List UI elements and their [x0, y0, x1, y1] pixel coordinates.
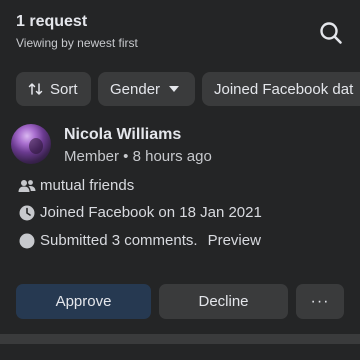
- member-name[interactable]: Nicola Williams: [64, 125, 181, 145]
- comment-bubble-icon: [18, 232, 36, 250]
- mutual-friends-row: mutual friends: [18, 177, 134, 195]
- preview-link[interactable]: Preview: [208, 232, 261, 250]
- decline-button[interactable]: Decline: [159, 284, 288, 319]
- gender-chip[interactable]: Gender: [98, 72, 195, 106]
- gender-chip-label: Gender: [110, 80, 161, 98]
- sort-chip[interactable]: Sort: [16, 72, 91, 106]
- search-button[interactable]: [316, 18, 346, 48]
- comments-row: Submitted 3 comments. Preview: [18, 232, 261, 250]
- joined-facebook-text: Joined Facebook on 18 Jan 2021: [40, 204, 262, 221]
- avatar[interactable]: [11, 124, 51, 164]
- caret-down-icon: [169, 86, 180, 92]
- approve-button[interactable]: Approve: [16, 284, 151, 319]
- sort-order-subtitle: Viewing by newest first: [16, 36, 138, 50]
- member-request-card: Nicola Williams Member • 8 hours ago mut…: [0, 120, 360, 334]
- more-options-button[interactable]: ···: [296, 284, 344, 319]
- header: 1 request Viewing by newest first: [16, 12, 138, 51]
- comments-text: Submitted 3 comments.: [40, 232, 198, 249]
- section-divider: [0, 334, 360, 344]
- joined-facebook-chip[interactable]: Joined Facebook dat: [202, 72, 360, 106]
- joined-facebook-row: Joined Facebook on 18 Jan 2021: [18, 204, 262, 222]
- clock-icon: [18, 204, 36, 222]
- people-icon: [18, 177, 36, 195]
- next-section-edge: [0, 344, 360, 360]
- member-meta: Member • 8 hours ago: [64, 148, 212, 165]
- filter-chips: Sort Gender Joined Facebook dat: [16, 72, 360, 106]
- page-title: 1 request: [16, 13, 88, 30]
- search-icon: [320, 22, 342, 44]
- mutual-friends-text: mutual friends: [40, 177, 135, 194]
- sort-arrows-icon: [28, 82, 44, 96]
- joined-facebook-chip-label: Joined Facebook dat: [214, 80, 354, 98]
- sort-chip-label: Sort: [50, 80, 78, 98]
